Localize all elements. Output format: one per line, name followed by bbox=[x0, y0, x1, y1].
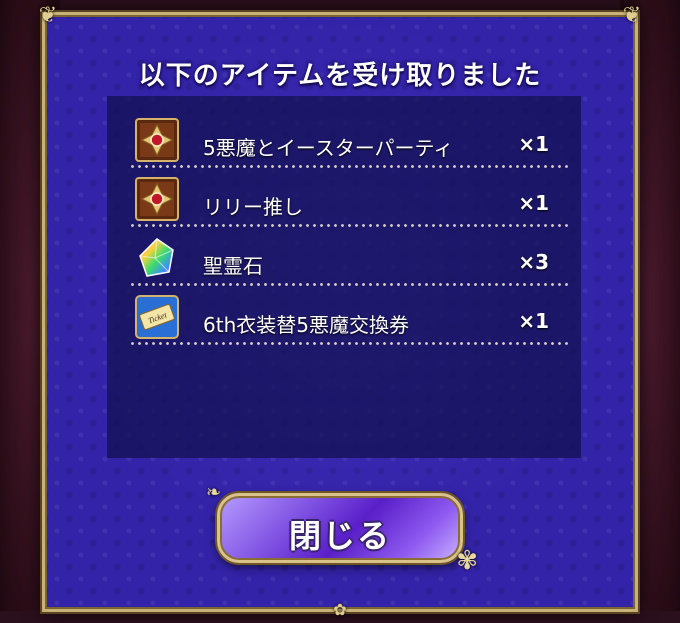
close-button[interactable]: ❧ 閉じる ✾ bbox=[206, 482, 478, 576]
item-quantity: ×1 bbox=[518, 191, 549, 215]
item-list: 5悪魔とイースターパーティ ×1 リリー推し ×1 聖霊石 ×3 Ticket … bbox=[107, 96, 581, 458]
corner-ornament-icon: ❦ bbox=[38, 3, 58, 28]
list-item: 5悪魔とイースターパーティ ×1 bbox=[129, 110, 571, 168]
item-name: リリー推し bbox=[203, 195, 303, 219]
item-quantity: ×1 bbox=[518, 309, 549, 333]
row-divider bbox=[129, 165, 571, 168]
row-divider bbox=[129, 283, 571, 286]
card-medal-icon bbox=[135, 118, 179, 162]
flourish-icon: ❧ bbox=[206, 482, 222, 503]
item-name: 5悪魔とイースターパーティ bbox=[203, 136, 454, 160]
bottom-ornament-icon: ✿ bbox=[333, 600, 347, 619]
rose-ornament-icon: ✾ bbox=[456, 546, 478, 576]
item-name: 6th衣装替5悪魔交換券 bbox=[203, 313, 409, 337]
close-button-label: 閉じる bbox=[288, 517, 391, 555]
corner-ornament-icon: ❦ bbox=[622, 3, 642, 28]
item-name: 聖霊石 bbox=[203, 254, 263, 278]
list-item: リリー推し ×1 bbox=[129, 169, 571, 227]
ticket-icon: Ticket bbox=[135, 295, 179, 339]
card-medal-icon bbox=[135, 177, 179, 221]
reward-dialog: ❦ ❦ ✿ 以下のアイテムを受け取りました 5悪魔とイースターパーティ ×1 リ… bbox=[39, 3, 641, 619]
rainbow-gem-icon bbox=[135, 236, 179, 280]
row-divider bbox=[129, 342, 571, 345]
row-divider bbox=[129, 224, 571, 227]
item-quantity: ×3 bbox=[518, 250, 549, 274]
list-item: Ticket 6th衣装替5悪魔交換券 ×1 bbox=[129, 287, 571, 345]
item-quantity: ×1 bbox=[518, 132, 549, 156]
dialog-title: 以下のアイテムを受け取りました bbox=[138, 61, 542, 91]
list-item: 聖霊石 ×3 bbox=[129, 228, 571, 286]
